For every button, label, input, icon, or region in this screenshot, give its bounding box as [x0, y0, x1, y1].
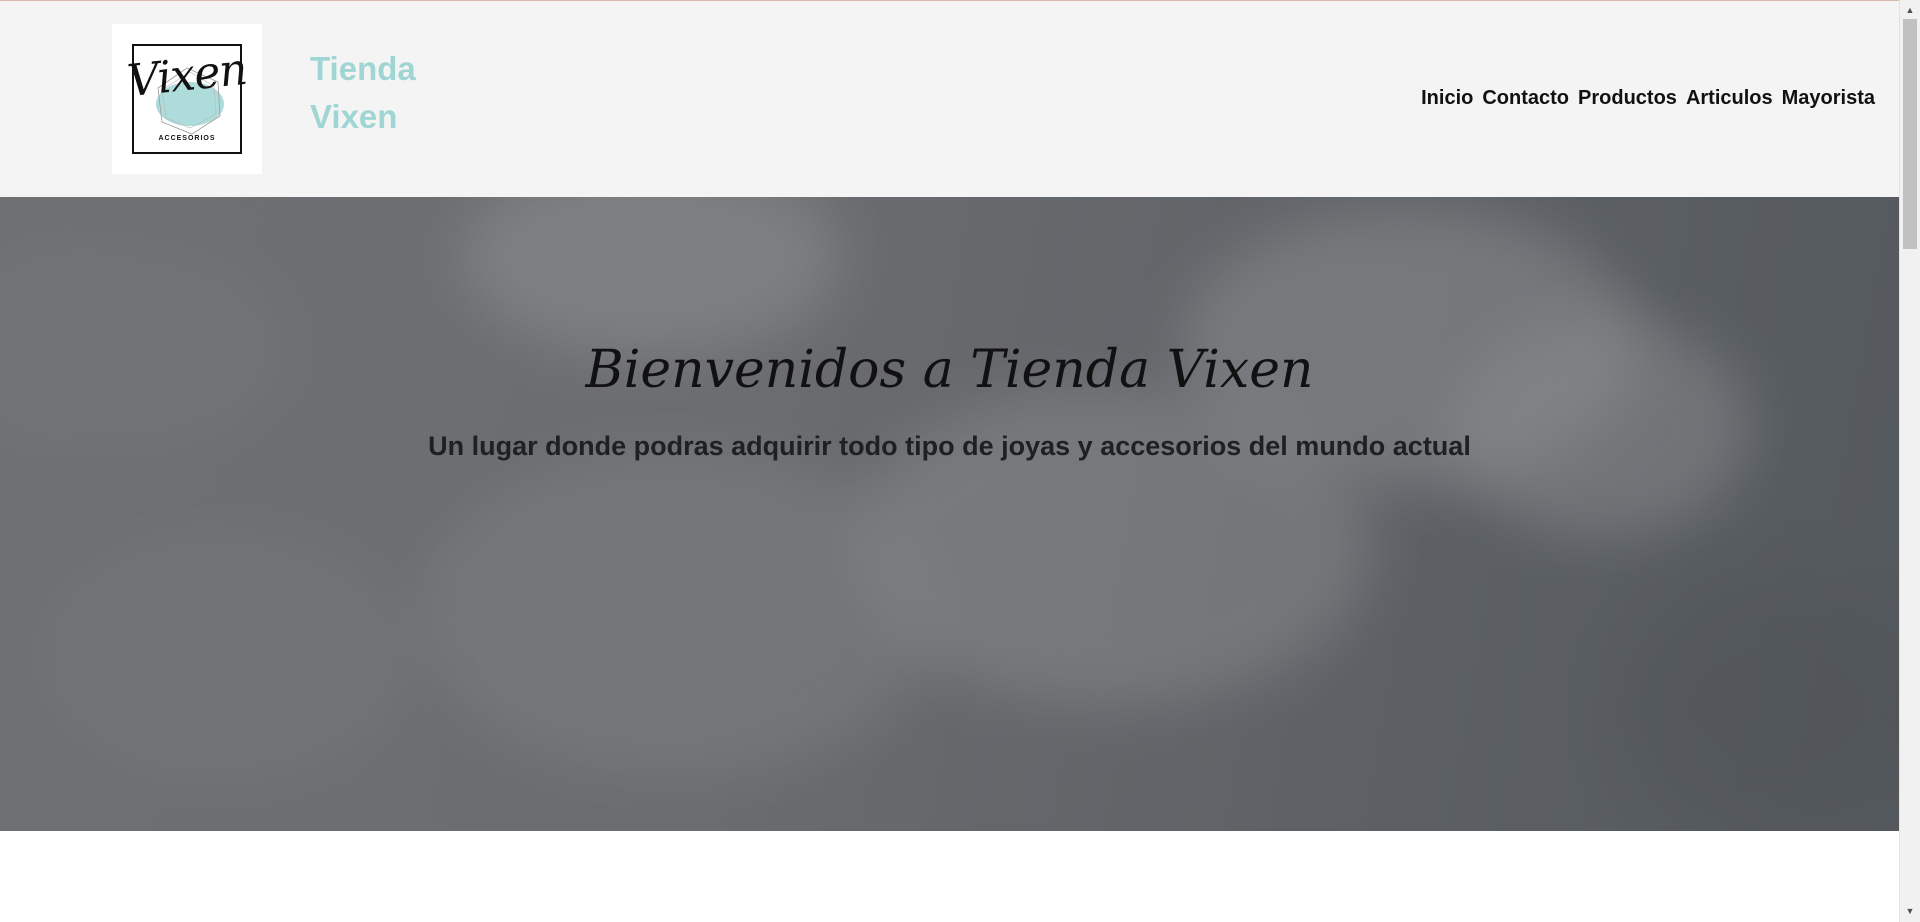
site-title[interactable]: Tienda Vixen — [310, 45, 450, 141]
hero-cloud — [1620, 577, 1899, 831]
hero-cloud — [460, 197, 840, 357]
page: Vixen ACCESORIOS Tienda Vixen Inicio Con… — [0, 0, 1899, 922]
nav-item-mayorista[interactable]: Mayorista — [1782, 87, 1875, 110]
hero-title: Bienvenidos a Tienda Vixen — [585, 340, 1314, 400]
logo[interactable]: Vixen ACCESORIOS — [112, 24, 262, 174]
nav-item-articulos[interactable]: Articulos — [1686, 87, 1773, 110]
arrow-up-icon[interactable]: ▲ — [1900, 2, 1920, 19]
hero-subtitle: Un lugar donde podras adquirir todo tipo… — [428, 431, 1471, 461]
arrow-down-icon[interactable]: ▼ — [1900, 903, 1920, 920]
main-nav: Inicio Contacto Productos Articulos Mayo… — [1421, 87, 1875, 110]
hero-cloud — [40, 527, 420, 787]
nav-item-inicio[interactable]: Inicio — [1421, 87, 1473, 110]
hero-cloud — [420, 447, 940, 777]
logo-subtext: ACCESORIOS — [158, 135, 216, 142]
hero-banner: Bienvenidos a Tienda Vixen Un lugar dond… — [0, 197, 1899, 831]
nav-item-contacto[interactable]: Contacto — [1482, 87, 1569, 110]
site-title-line1: Tienda — [310, 50, 416, 87]
scrollbar-thumb[interactable] — [1903, 19, 1917, 249]
site-header: Vixen ACCESORIOS Tienda Vixen Inicio Con… — [0, 1, 1899, 197]
nav-item-productos[interactable]: Productos — [1578, 87, 1677, 110]
site-title-line2: Vixen — [310, 98, 398, 135]
vertical-scrollbar[interactable]: ▲ ▼ — [1899, 0, 1920, 922]
